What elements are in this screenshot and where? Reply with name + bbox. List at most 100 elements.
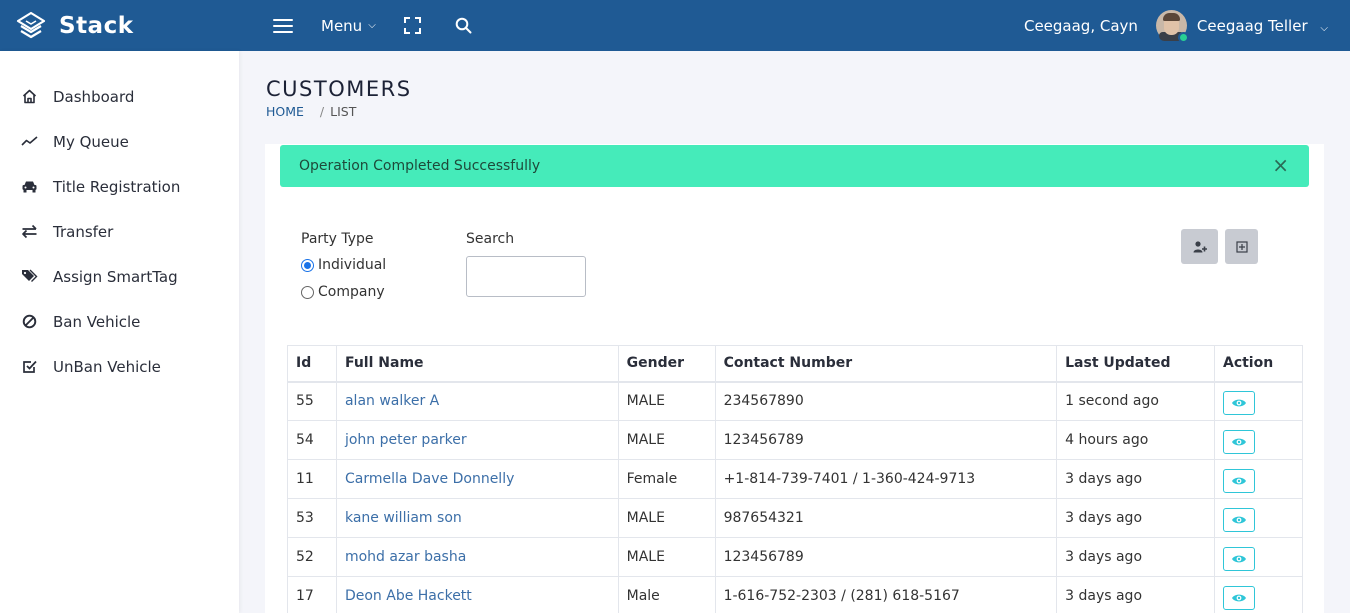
customer-name-link[interactable]: john peter parker <box>345 432 467 448</box>
cell-last-updated: 3 days ago <box>1056 537 1215 577</box>
eye-icon <box>1231 594 1246 601</box>
eye-icon <box>1231 399 1246 407</box>
eye-icon <box>1231 438 1246 445</box>
cell-contact: 1-616-752-2303 / (281) 618-5167 <box>714 576 1058 613</box>
customer-name-link[interactable]: kane william son <box>345 510 462 526</box>
home-icon <box>19 87 39 107</box>
cell-full-name: mohd azar basha <box>335 537 619 577</box>
customer-name-link[interactable]: Deon Abe Hackett <box>345 588 472 604</box>
column-header-last-updated[interactable]: Last Updated <box>1056 345 1215 383</box>
view-button[interactable] <box>1222 429 1255 454</box>
column-header-contact-number[interactable]: Contact Number <box>714 345 1058 383</box>
column-header-full-name[interactable]: Full Name <box>335 345 619 383</box>
table-row: 52 mohd azar basha MALE 123456789 3 days… <box>287 537 1304 577</box>
cell-gender: MALE <box>617 498 716 538</box>
sidebar-item-transfer[interactable]: Transfer <box>0 209 239 254</box>
search-button[interactable] <box>455 0 472 51</box>
table-row: 55 alan walker A MALE 234567890 1 second… <box>287 381 1304 421</box>
table-header-row: Id Full Name Gender Contact Number Last … <box>287 345 1304 383</box>
radio-button[interactable] <box>301 285 314 299</box>
top-navbar: Stack Menu ⌵ Ceegaag, Cayn Ceegaag Telle… <box>0 0 1350 51</box>
cell-action <box>1213 576 1304 613</box>
cell-id: 54 <box>287 420 337 460</box>
fullscreen-button[interactable] <box>403 0 455 51</box>
cell-gender: MALE <box>617 537 716 577</box>
cell-action <box>1213 459 1304 499</box>
party-type-label: Party Type <box>301 231 374 247</box>
search-input[interactable] <box>466 256 586 297</box>
radio-label: Company <box>318 284 385 300</box>
view-button[interactable] <box>1222 546 1255 571</box>
cell-last-updated: 3 days ago <box>1056 498 1215 538</box>
sidebar-item-label: My Queue <box>53 132 129 151</box>
transfer-arrows-icon <box>19 222 39 242</box>
check-square-icon <box>19 357 39 377</box>
cell-gender: MALE <box>617 420 716 460</box>
view-button[interactable] <box>1222 585 1255 610</box>
search-label: Search <box>466 231 515 247</box>
sidebar-item-label: Ban Vehicle <box>53 312 141 331</box>
cell-gender: MALE <box>617 381 716 421</box>
radio-company[interactable]: Company <box>301 284 385 300</box>
sidebar-item-label: Transfer <box>53 222 114 241</box>
columns-button[interactable] <box>1225 229 1258 264</box>
stack-logo-icon <box>16 11 46 38</box>
cell-id: 52 <box>287 537 337 577</box>
avatar[interactable] <box>1155 10 1189 43</box>
close-icon[interactable]: × <box>1272 154 1289 176</box>
cell-contact: 123456789 <box>714 420 1058 460</box>
cell-action <box>1213 498 1304 538</box>
customer-name-link[interactable]: Carmella Dave Donnelly <box>345 471 514 487</box>
radio-button-checked[interactable] <box>301 258 314 272</box>
chevron-down-icon: ⌵ <box>1320 22 1328 34</box>
table-row: 11 Carmella Dave Donnelly Female +1-814-… <box>287 459 1304 499</box>
sidebar-item-unban-vehicle[interactable]: UnBan Vehicle <box>0 344 239 389</box>
sidebar-item-assign-smarttag[interactable]: Assign SmartTag <box>0 254 239 299</box>
view-button[interactable] <box>1222 390 1255 415</box>
sidebar-item-dashboard[interactable]: Dashboard <box>0 74 239 119</box>
breadcrumb-separator: / <box>319 104 325 119</box>
cell-id: 11 <box>287 459 337 499</box>
breadcrumb-home-link[interactable]: HOME <box>266 104 304 119</box>
sidebar-item-title-registration[interactable]: Title Registration <box>0 164 239 209</box>
sidebar-item-my-queue[interactable]: My Queue <box>0 119 239 164</box>
cell-last-updated: 3 days ago <box>1056 459 1215 499</box>
cell-gender: Male <box>617 576 716 613</box>
table-row: 17 Deon Abe Hackett Male 1-616-752-2303 … <box>287 576 1304 613</box>
add-customer-button[interactable] <box>1181 229 1218 264</box>
column-header-id[interactable]: Id <box>287 345 337 383</box>
cell-full-name: alan walker A <box>335 381 619 421</box>
cell-contact: 123456789 <box>714 537 1058 577</box>
cell-last-updated: 4 hours ago <box>1056 420 1215 460</box>
sidebar-item-label: Assign SmartTag <box>53 267 178 286</box>
eye-icon <box>1231 516 1246 523</box>
view-button[interactable] <box>1222 507 1255 532</box>
radio-label: Individual <box>318 257 387 273</box>
sidebar-item-label: Dashboard <box>53 87 135 106</box>
customer-name-link[interactable]: alan walker A <box>345 393 439 409</box>
sidebar-item-ban-vehicle[interactable]: Ban Vehicle <box>0 299 239 344</box>
column-header-action: Action <box>1213 345 1304 383</box>
cell-last-updated: 3 days ago <box>1056 576 1215 613</box>
brand[interactable]: Stack <box>0 0 255 51</box>
menu-dropdown[interactable]: Menu ⌵ <box>321 0 376 51</box>
radio-individual[interactable]: Individual <box>301 257 386 273</box>
cell-last-updated: 1 second ago <box>1056 381 1215 421</box>
brand-name: Stack <box>59 12 134 39</box>
view-button[interactable] <box>1222 468 1255 493</box>
user-menu[interactable]: Ceegaag Teller ⌵ <box>1197 17 1328 35</box>
cell-gender: Female <box>617 459 716 499</box>
branch-label: Ceegaag, Cayn <box>1023 16 1138 35</box>
main-content: CUSTOMERS HOME / LIST Operation Complete… <box>239 51 1350 613</box>
table-row: 53 kane william son MALE 987654321 3 day… <box>287 498 1304 538</box>
cell-action <box>1213 537 1304 577</box>
sidebar: Dashboard My Queue Title Registration Tr… <box>0 51 239 613</box>
eye-icon <box>1231 555 1246 562</box>
hamburger-menu-icon[interactable] <box>273 0 293 51</box>
alert-message: Operation Completed Successfully <box>299 158 541 174</box>
eye-icon <box>1231 477 1246 484</box>
column-header-gender[interactable]: Gender <box>617 345 716 383</box>
customer-name-link[interactable]: mohd azar basha <box>345 549 466 565</box>
cell-id: 53 <box>287 498 337 538</box>
cell-full-name: Carmella Dave Donnelly <box>335 459 619 499</box>
